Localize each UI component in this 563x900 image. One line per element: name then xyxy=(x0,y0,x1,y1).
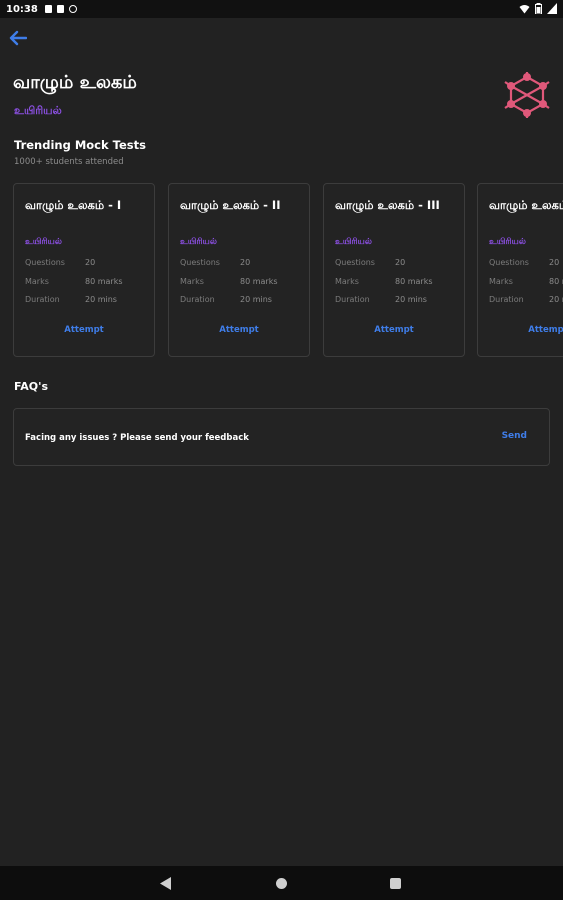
card-title: வாழும் உலகம் - I xyxy=(25,198,122,212)
mock-test-card[interactable]: வாழும் உலகம் - IV உயிரியல் Questions20 M… xyxy=(477,183,563,357)
card-duration: Duration20 mins xyxy=(25,295,117,304)
card-duration: Duration20 mins xyxy=(489,295,563,304)
notification-icon xyxy=(44,5,52,13)
back-button[interactable] xyxy=(6,28,30,48)
card-questions: Questions 20 xyxy=(489,258,560,267)
system-icons xyxy=(519,3,557,14)
battery-icon xyxy=(535,3,542,14)
mock-test-card[interactable]: வாழும் உலகம் - II உயிரியல் Questions 20 M… xyxy=(168,183,310,357)
feedback-card: Facing any issues ? Please send your fee… xyxy=(13,408,550,466)
wifi-icon xyxy=(519,4,530,13)
subject-label: உயிரியல் xyxy=(14,104,62,117)
nav-recents-icon[interactable] xyxy=(390,878,401,889)
mock-test-card[interactable]: வாழும் உலகம் - III உயிரியல் Questions 20 … xyxy=(323,183,465,357)
card-subject: உயிரியல் xyxy=(180,237,217,247)
page-title: வாழும் உலகம் xyxy=(13,72,137,93)
sim-icon xyxy=(56,5,64,13)
trending-title: Trending Mock Tests xyxy=(14,138,146,152)
mock-test-carousel[interactable]: வாழும் உலகம் - I உயிரியல் Questions 20 Ma… xyxy=(13,183,563,359)
faq-title: FAQ's xyxy=(14,380,49,393)
sync-icon xyxy=(68,5,77,13)
card-subject: உயிரியல் xyxy=(25,237,62,247)
nav-back-icon[interactable] xyxy=(160,877,172,890)
card-duration: Duration20 mins xyxy=(335,295,427,304)
attempt-button[interactable]: Attempt xyxy=(324,325,464,335)
card-marks: Marks80 marks xyxy=(25,277,123,286)
card-marks: Marks80 marks xyxy=(335,277,433,286)
feedback-text: Facing any issues ? Please send your fee… xyxy=(25,433,249,443)
card-subject: உயிரியல் xyxy=(335,237,372,247)
card-questions: Questions 20 xyxy=(335,258,406,267)
card-duration: Duration20 mins xyxy=(180,295,272,304)
card-title: வாழும் உலகம் - III xyxy=(335,198,440,212)
signal-icon xyxy=(547,3,557,14)
card-subject: உயிரியல் xyxy=(489,237,526,247)
attempt-button[interactable]: Attempt xyxy=(14,325,154,335)
card-questions: Questions 20 xyxy=(180,258,251,267)
card-marks: Marks80 marks xyxy=(489,277,563,286)
mock-test-card[interactable]: வாழும் உலகம் - I உயிரியல் Questions 20 Ma… xyxy=(13,183,155,357)
card-title: வாழும் உலகம் - IV xyxy=(489,198,563,212)
status-bar: 10:38 xyxy=(0,0,563,18)
send-feedback-button[interactable]: Send xyxy=(502,431,527,441)
trending-subtitle: 1000+ students attended xyxy=(14,157,124,167)
attempt-button[interactable]: Attempt xyxy=(169,325,309,335)
notification-icons xyxy=(44,5,77,13)
arrow-left-icon xyxy=(9,30,27,46)
card-marks: Marks80 marks xyxy=(180,277,278,286)
nav-home-icon[interactable] xyxy=(276,878,287,889)
system-nav-bar xyxy=(0,866,563,900)
status-time: 10:38 xyxy=(6,3,38,15)
attempt-button[interactable]: Attempt xyxy=(478,325,563,335)
molecule-icon xyxy=(504,72,550,118)
card-questions: Questions 20 xyxy=(25,258,96,267)
card-title: வாழும் உலகம் - II xyxy=(180,198,281,212)
